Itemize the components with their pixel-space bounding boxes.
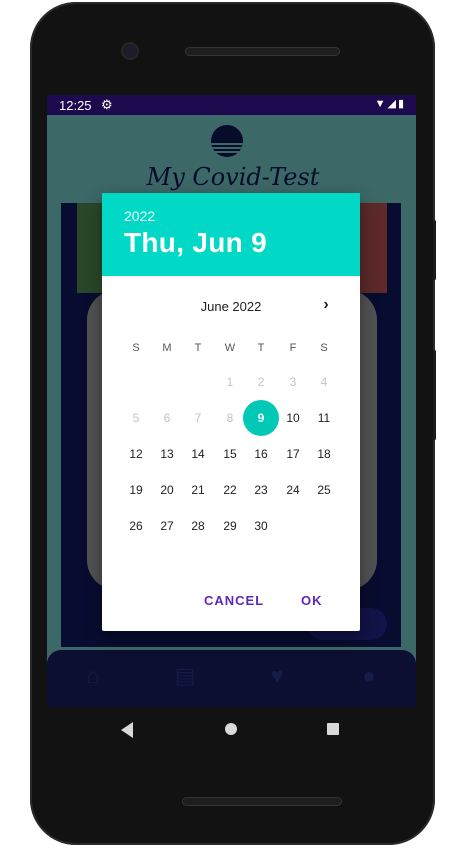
- calendar-day: 5: [132, 411, 140, 425]
- home-circle-icon[interactable]: [225, 723, 237, 735]
- calendar-day[interactable]: 26: [120, 510, 152, 542]
- calendar-day[interactable]: 19: [120, 474, 152, 506]
- calendar-day[interactable]: 13: [151, 438, 183, 470]
- calendar-day[interactable]: 29: [214, 510, 246, 542]
- calendar-day: 2: [257, 375, 265, 389]
- calendar-day: 1: [226, 375, 234, 389]
- weekday-label: T: [257, 342, 265, 354]
- calendar-day[interactable]: 22: [214, 474, 246, 506]
- front-camera: [123, 44, 137, 58]
- calendar-day[interactable]: 10: [277, 402, 309, 434]
- calendar-day[interactable]: 11: [308, 402, 340, 434]
- calendar-day[interactable]: 21: [182, 474, 214, 506]
- weekday-label: W: [224, 342, 236, 354]
- wifi-icon: ▼: [374, 98, 388, 110]
- calendar-day[interactable]: 28: [182, 510, 214, 542]
- status-icons: ▼◢▮: [375, 97, 406, 110]
- back-icon[interactable]: [121, 722, 133, 738]
- gear-icon: ⚙: [101, 97, 113, 112]
- weekday-label: M: [162, 342, 172, 354]
- calendar-day[interactable]: 12: [120, 438, 152, 470]
- calendar-day[interactable]: 14: [182, 438, 214, 470]
- bottom-speaker: [182, 797, 342, 806]
- weekday-label: S: [320, 342, 328, 354]
- header-selected-date: Thu, Jun 9: [124, 227, 267, 258]
- cancel-button[interactable]: CANCEL: [204, 593, 264, 608]
- volume-button: [433, 350, 436, 440]
- system-navigation-bar: [0, 708, 467, 753]
- status-time: 12:25: [59, 98, 92, 113]
- calendar-day[interactable]: 15: [214, 438, 246, 470]
- calendar-day[interactable]: 18: [308, 438, 340, 470]
- recents-icon[interactable]: [327, 723, 339, 735]
- weekday-label: T: [194, 342, 202, 354]
- calendar-day[interactable]: 30: [245, 510, 277, 542]
- header-year[interactable]: 2022: [124, 208, 155, 224]
- calendar-day[interactable]: 20: [151, 474, 183, 506]
- calendar-day[interactable]: 17: [277, 438, 309, 470]
- calendar-day: 4: [320, 375, 328, 389]
- calendar-day[interactable]: 25: [308, 474, 340, 506]
- calendar-day: 6: [163, 411, 171, 425]
- calendar-day: 3: [289, 375, 297, 389]
- ok-button[interactable]: OK: [301, 593, 323, 608]
- chevron-right-icon[interactable]: ›: [314, 296, 338, 316]
- calendar-day[interactable]: 27: [151, 510, 183, 542]
- signal-icon: ◢: [387, 98, 398, 110]
- calendar-day[interactable]: 24: [277, 474, 309, 506]
- calendar-day-selected[interactable]: 9: [243, 400, 279, 436]
- status-bar: 12:25 ⚙ ▼◢▮: [47, 95, 416, 115]
- calendar-day[interactable]: 23: [245, 474, 277, 506]
- battery-icon: ▮: [397, 98, 406, 110]
- weekday-label: S: [132, 342, 140, 354]
- power-button: [433, 220, 436, 280]
- calendar-day: 7: [194, 411, 202, 425]
- date-picker-header: 2022 Thu, Jun 9: [102, 193, 360, 276]
- earpiece-speaker: [185, 47, 340, 56]
- calendar-day: 8: [226, 411, 234, 425]
- date-picker-dialog: 2022 Thu, Jun 9 June 2022 › SMTWTFS 1234…: [102, 193, 360, 631]
- weekday-label: F: [289, 342, 297, 354]
- calendar-day[interactable]: 16: [245, 438, 277, 470]
